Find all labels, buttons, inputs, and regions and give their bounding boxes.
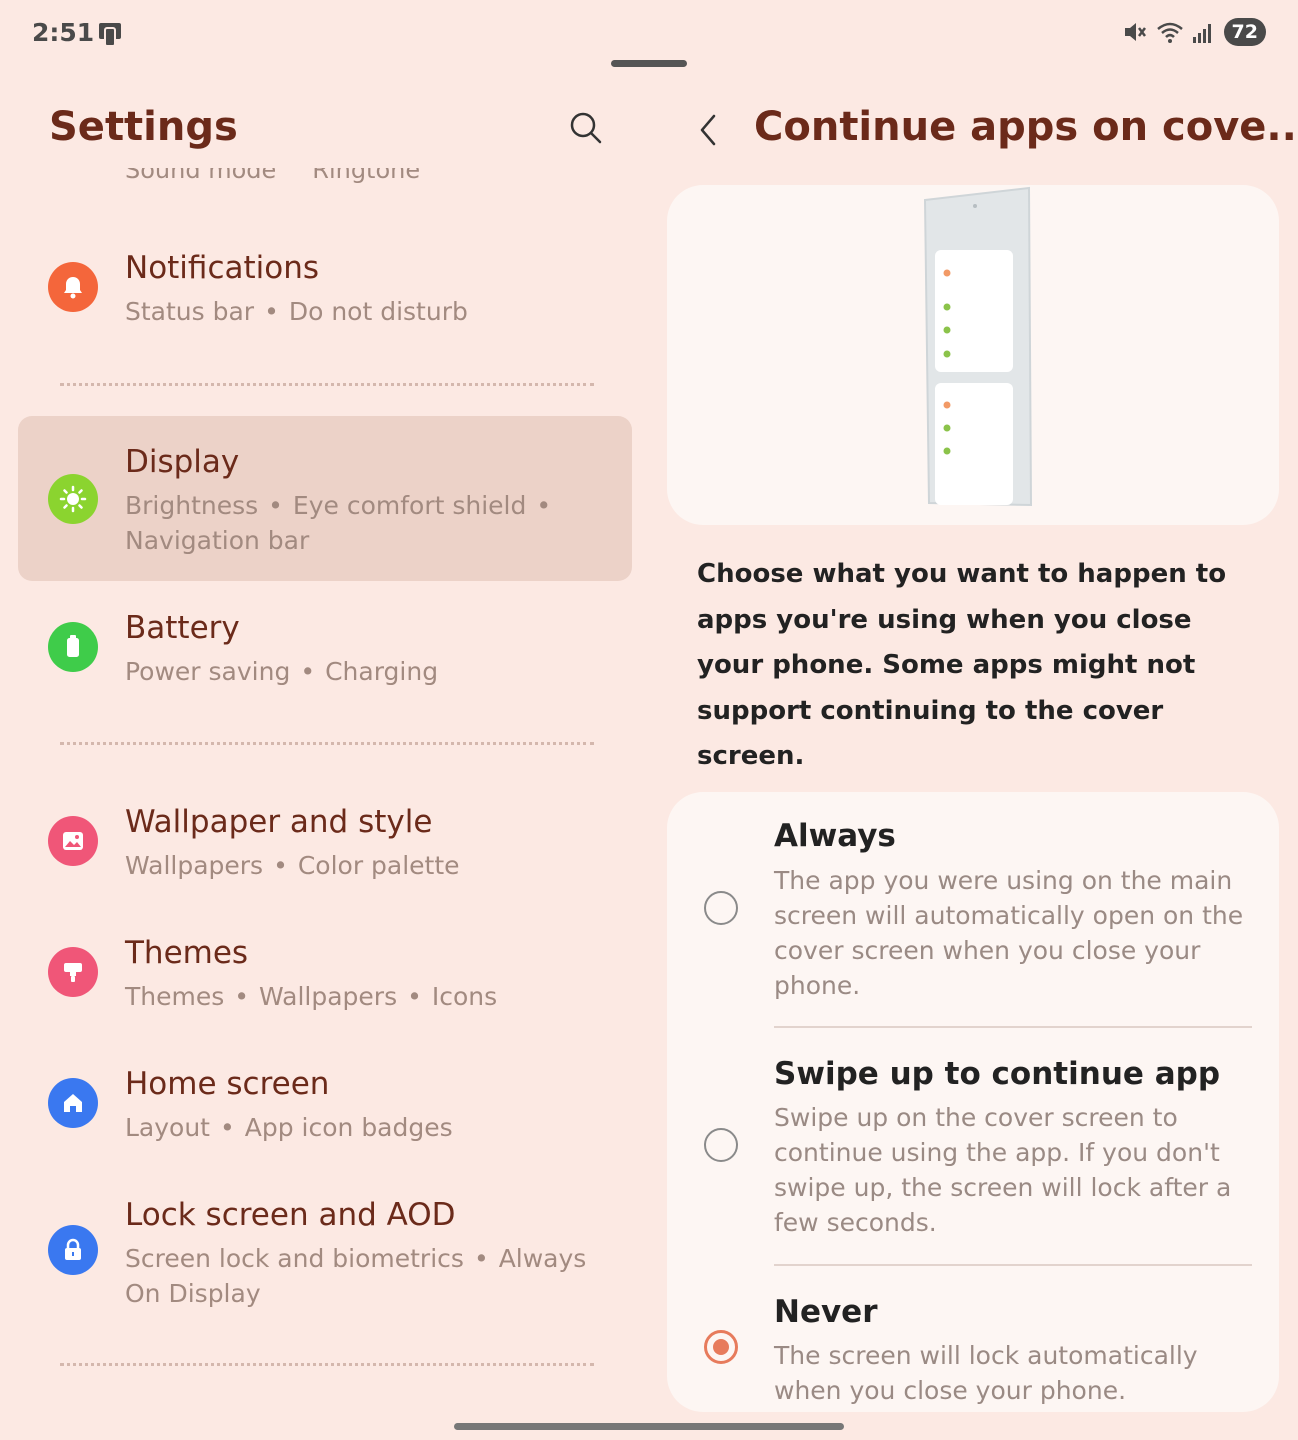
option-title: Never (774, 1294, 878, 1330)
menu-item-wallpaper[interactable]: Wallpaper and style Wallpapers • Color pal… (18, 794, 632, 904)
section-divider (60, 742, 594, 745)
battery-icon (48, 622, 98, 672)
battery-indicator: 72 (1223, 18, 1266, 46)
home-indicator[interactable] (454, 1423, 844, 1430)
settings-pane: Settings Sound mode Ringtone Notification… (0, 70, 650, 1440)
menu-item-battery[interactable]: Battery Power saving • Charging (18, 600, 632, 710)
menu-title: Lock screen and AOD (125, 1197, 456, 1233)
wifi-icon (1156, 22, 1183, 43)
menu-subtitle: Power saving • Charging (125, 657, 439, 686)
search-icon[interactable] (566, 108, 606, 148)
description-text: Choose what you want to happen to apps y… (697, 559, 1227, 771)
menu-item-themes[interactable]: Themes Themes • Wallpapers • Icons (18, 925, 632, 1035)
clipped-sub-0: Sound mode (125, 168, 277, 184)
section-divider (60, 1363, 594, 1366)
menu-subtitle: Wallpapers • Color palette (125, 851, 460, 880)
mute-icon (1124, 23, 1146, 41)
menu-title: Display (125, 444, 240, 480)
signal-icon (1192, 24, 1211, 43)
options-card: Always The app you were using on the mai… (667, 792, 1279, 1412)
menu-title: Home screen (125, 1066, 330, 1102)
bell-icon (48, 262, 98, 312)
menu-subtitle: Layout • App icon badges (125, 1113, 453, 1142)
brush-icon (48, 947, 98, 997)
menu-title: Battery (125, 610, 240, 646)
option-description: The app you were using on the main scree… (774, 866, 1244, 1000)
sun-icon (48, 474, 98, 524)
clipped-sub-1: Ringtone (312, 168, 421, 184)
folded-phone-illustration (923, 186, 1033, 507)
option-description: Swipe up on the cover screen to continue… (774, 1103, 1232, 1237)
page-title: Continue apps on cove... (754, 104, 1298, 150)
menu-subtitle: Themes • Wallpapers • Icons (125, 982, 498, 1011)
option-description: The screen will lock automatically when … (774, 1341, 1198, 1405)
menu-title: Notifications (125, 250, 320, 286)
split-handle[interactable] (611, 60, 687, 67)
clipped-sound-item[interactable]: Sound mode Ringtone (125, 168, 420, 192)
menu-subtitle: Screen lock and biometrics • Always On Dis… (125, 1244, 587, 1308)
option-never[interactable]: Never The screen will lock automatically… (667, 1266, 1279, 1412)
option-swipe-up[interactable]: Swipe up to continue app Swipe up on the… (667, 1028, 1279, 1264)
lock-icon (48, 1225, 98, 1275)
section-divider (60, 383, 594, 386)
home-icon (48, 1078, 98, 1128)
radio-button[interactable] (704, 1128, 738, 1162)
phone-icon (99, 23, 121, 47)
radio-button-selected[interactable] (704, 1330, 738, 1364)
menu-item-lock-screen[interactable]: Lock screen and AOD Screen lock and biom… (18, 1187, 632, 1332)
menu-title: Themes (125, 935, 249, 971)
menu-title: Wallpaper and style (125, 804, 433, 840)
image-icon (48, 816, 98, 866)
menu-item-display[interactable]: Display Brightness • Eye comfort shield • Na… (18, 416, 632, 581)
radio-button[interactable] (704, 891, 738, 925)
menu-subtitle: Brightness • Eye comfort shield • Navigation… (125, 491, 552, 555)
menu-item-home-screen[interactable]: Home screen Layout • App icon badges (18, 1056, 632, 1166)
option-title: Always (774, 818, 896, 854)
option-always[interactable]: Always The app you were using on the mai… (667, 792, 1279, 1028)
option-title: Swipe up to continue app (774, 1056, 1221, 1092)
detail-pane: Continue apps on cove... Choose what you… (650, 70, 1298, 1440)
status-time: 2:51 (32, 18, 95, 47)
menu-item-notifications[interactable]: Notifications Status bar • Do not disturb (18, 240, 632, 350)
menu-subtitle: Status bar • Do not disturb (125, 297, 468, 326)
illustration-card (667, 185, 1279, 525)
page-title: Settings (49, 104, 238, 150)
back-arrow-icon[interactable] (694, 110, 724, 150)
